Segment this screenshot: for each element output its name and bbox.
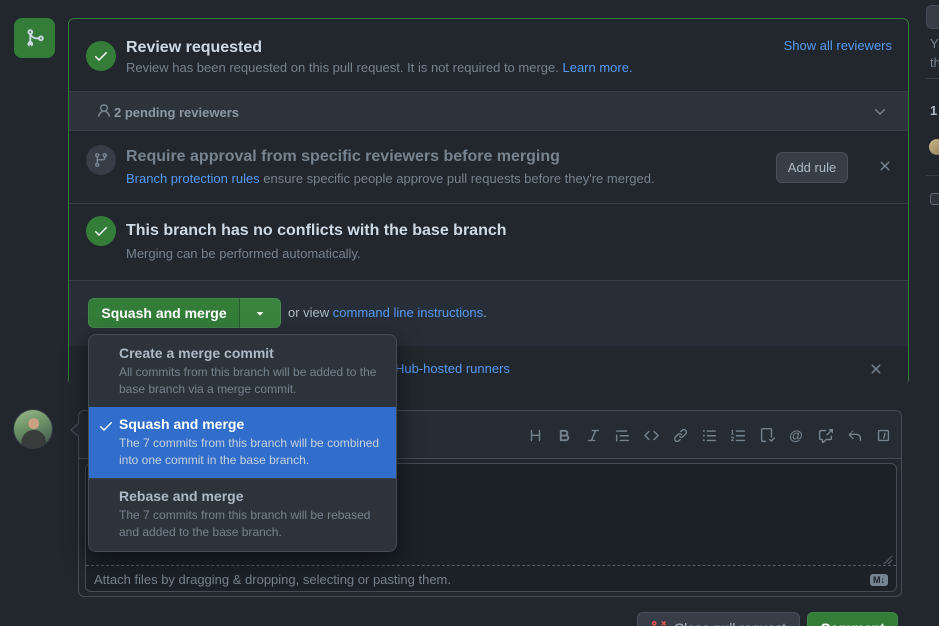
- menu-item-description: The 7 commits from this branch will be r…: [119, 507, 380, 541]
- code-icon[interactable]: [643, 427, 659, 443]
- check-icon: [93, 48, 109, 64]
- sidebar-text-fragment: Y: [930, 36, 939, 51]
- sidebar-count-fragment: 1: [930, 103, 937, 118]
- menu-item-title: Rebase and merge: [119, 487, 380, 505]
- squash-and-merge-button[interactable]: Squash and merge: [88, 298, 239, 328]
- sidebar-cropped-button[interactable]: [926, 5, 939, 29]
- list-unordered-icon[interactable]: [701, 427, 717, 443]
- person-icon: [96, 103, 112, 119]
- tasklist-icon[interactable]: [759, 427, 775, 443]
- or-view-text: or view: [288, 305, 333, 320]
- cross-reference-icon[interactable]: [817, 427, 833, 443]
- show-all-reviewers-link[interactable]: Show all reviewers: [784, 38, 892, 53]
- branch-protection-description-text: ensure specific people approve pull requ…: [260, 171, 655, 186]
- user-avatar: [14, 410, 52, 448]
- dismiss-protection-icon[interactable]: [877, 158, 893, 174]
- command-line-hint: or view command line instructions.: [288, 298, 487, 328]
- git-merge-icon: [25, 28, 45, 48]
- sidebar-divider: [926, 78, 939, 79]
- menu-item-title: Create a merge commit: [119, 344, 380, 362]
- menu-item-rebase-and-merge[interactable]: Rebase and merge The 7 commits from this…: [89, 478, 396, 550]
- mention-icon[interactable]: @: [788, 427, 804, 443]
- merge-button-group: Squash and merge: [88, 298, 281, 328]
- pending-reviewers-row[interactable]: 2 pending reviewers: [69, 91, 908, 131]
- check-icon: [93, 223, 109, 239]
- no-conflicts-description: Merging can be performed automatically.: [126, 246, 361, 261]
- command-line-instructions-link[interactable]: command line instructions: [333, 305, 483, 320]
- menu-item-squash-and-merge[interactable]: Squash and merge The 7 commits from this…: [89, 407, 396, 478]
- sidebar-cropped-icon: [930, 193, 939, 205]
- dismiss-notice-icon[interactable]: [868, 361, 884, 377]
- learn-more-link[interactable]: Learn more.: [562, 60, 632, 75]
- menu-item-description: All commits from this branch will be add…: [119, 364, 380, 398]
- menu-item-description: The 7 commits from this branch will be c…: [119, 435, 380, 469]
- slash-command-icon[interactable]: [875, 427, 891, 443]
- check-icon: [98, 418, 114, 434]
- attach-files-hint: Attach files by dragging & dropping, sel…: [94, 572, 870, 587]
- pull-request-merge-screen: Review requested Review has been request…: [0, 0, 939, 626]
- triangle-down-icon: [253, 306, 267, 320]
- reply-icon[interactable]: [846, 427, 862, 443]
- git-branch-icon: [93, 152, 109, 168]
- branch-protection-description: Branch protection rules ensure specific …: [126, 171, 655, 186]
- hosted-runners-link[interactable]: Hub-hosted runners: [395, 361, 510, 376]
- review-requested-description: Review has been requested on this pull r…: [126, 60, 633, 75]
- merge-status-box: Review requested Review has been request…: [68, 18, 909, 385]
- branch-protection-rules-link[interactable]: Branch protection rules: [126, 171, 260, 186]
- menu-item-create-merge-commit[interactable]: Create a merge commit All commits from t…: [89, 336, 396, 407]
- bold-icon[interactable]: [556, 427, 572, 443]
- review-check-circle: [86, 41, 116, 71]
- close-pull-request-button[interactable]: Close pull request: [637, 612, 800, 626]
- quote-icon[interactable]: [614, 427, 630, 443]
- heading-icon[interactable]: [527, 427, 543, 443]
- branch-protection-title: Require approval from specific reviewers…: [126, 148, 560, 166]
- comment-bubble-notch-fill: [72, 423, 80, 437]
- conflicts-check-circle: [86, 216, 116, 246]
- merge-options-toggle[interactable]: [239, 298, 281, 328]
- sidebar-divider: [926, 175, 939, 176]
- hint-suffix: .: [483, 305, 487, 320]
- close-button-label: Close pull request: [674, 620, 786, 626]
- section-divider: [69, 203, 908, 204]
- pending-reviewers-label: 2 pending reviewers: [114, 105, 239, 120]
- add-rule-button[interactable]: Add rule: [776, 152, 848, 183]
- italic-icon[interactable]: [585, 427, 601, 443]
- timeline-merge-badge: [14, 18, 55, 58]
- no-conflicts-title: This branch has no conflicts with the ba…: [126, 222, 507, 240]
- sidebar-text-fragment: th: [930, 55, 939, 70]
- review-description-text: Review has been requested on this pull r…: [126, 60, 562, 75]
- list-ordered-icon[interactable]: [730, 427, 746, 443]
- link-icon[interactable]: [672, 427, 688, 443]
- attach-files-area[interactable]: Attach files by dragging & dropping, sel…: [86, 565, 896, 593]
- resize-grip[interactable]: [883, 555, 893, 565]
- branch-protection-circle: [86, 145, 116, 175]
- chevron-down-icon[interactable]: [872, 104, 888, 120]
- comment-button[interactable]: Comment: [807, 612, 898, 626]
- markdown-toolbar: @: [527, 411, 891, 459]
- menu-item-title: Squash and merge: [119, 415, 380, 433]
- review-requested-title: Review requested: [126, 39, 262, 57]
- markdown-icon[interactable]: M↓: [870, 574, 888, 586]
- pull-request-closed-icon: [651, 620, 667, 626]
- merge-options-dropdown: Create a merge commit All commits from t…: [88, 334, 397, 552]
- sidebar-small-avatar: [929, 139, 939, 155]
